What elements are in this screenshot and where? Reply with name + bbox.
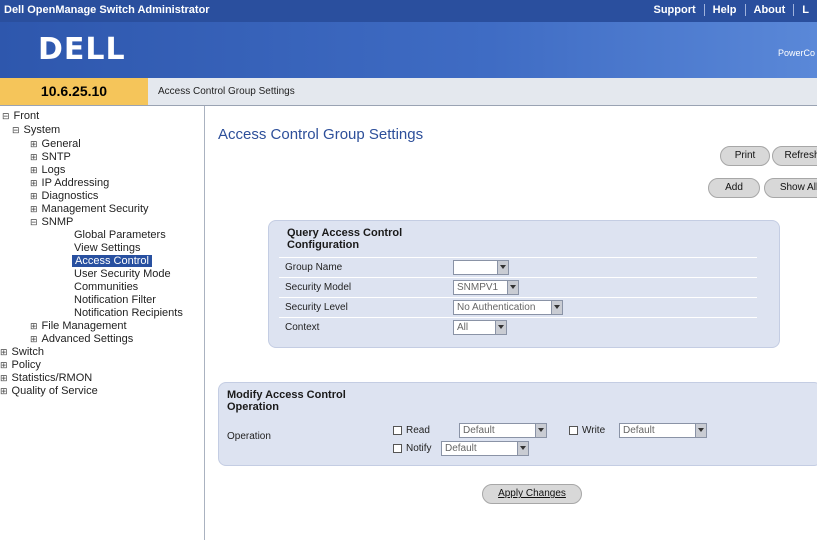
- tree-item-policy[interactable]: ⊞ Policy: [0, 359, 41, 371]
- plus-icon: ⊞: [0, 373, 8, 383]
- tree-item-sntp[interactable]: ⊞ SNTP: [30, 151, 71, 163]
- read-label: Read: [406, 425, 430, 436]
- write-select[interactable]: Default: [619, 423, 707, 438]
- modify-heading: Modify Access Control Operation: [227, 389, 346, 413]
- address-bar: 10.6.25.10 Access Control Group Settings: [0, 78, 817, 106]
- tree-item-switch[interactable]: ⊞ Switch: [0, 346, 44, 358]
- print-button[interactable]: Print: [720, 146, 770, 166]
- plus-icon: ⊞: [30, 334, 38, 344]
- notify-label: Notify: [406, 443, 432, 454]
- security-model-label: Security Model: [285, 282, 352, 293]
- plus-icon: ⊞: [30, 204, 38, 214]
- plus-icon: ⊞: [30, 321, 38, 331]
- tree-item-front[interactable]: ⊟ Front: [2, 110, 39, 122]
- plus-icon: ⊞: [30, 178, 38, 188]
- minus-icon: ⊟: [12, 125, 20, 135]
- help-link[interactable]: Help: [703, 4, 745, 16]
- chevron-down-icon: [695, 424, 706, 437]
- tree-item-statistics-rmon[interactable]: ⊞ Statistics/RMON: [0, 372, 92, 384]
- tree-item-diagnostics[interactable]: ⊞ Diagnostics: [30, 190, 98, 202]
- context-row: Context All: [279, 317, 757, 337]
- tree-item-quality-of-service[interactable]: ⊞ Quality of Service: [0, 385, 98, 397]
- security-level-select[interactable]: No Authentication: [453, 300, 563, 315]
- modify-panel: Modify Access Control Operation Operatio…: [218, 382, 817, 466]
- security-model-row: Security Model SNMPV1: [279, 277, 757, 297]
- show-all-button[interactable]: Show All: [764, 178, 817, 198]
- refresh-button[interactable]: Refresh: [772, 146, 817, 166]
- plus-icon: ⊞: [30, 152, 38, 162]
- page-title: Access Control Group Settings: [218, 126, 424, 143]
- notify-select[interactable]: Default: [441, 441, 529, 456]
- notify-checkbox[interactable]: [393, 444, 402, 453]
- tree-item-communities[interactable]: Communities: [74, 281, 138, 293]
- group-name-label: Group Name: [285, 262, 343, 273]
- tree-item-general[interactable]: ⊞ General: [30, 138, 81, 150]
- chevron-down-icon: [495, 321, 506, 334]
- logout-link[interactable]: L: [793, 4, 817, 16]
- operation-label: Operation: [227, 431, 271, 442]
- chevron-down-icon: [507, 281, 518, 294]
- plus-icon: ⊞: [30, 165, 38, 175]
- tree-item-user-security-mode[interactable]: User Security Mode: [74, 268, 171, 280]
- app-title: Dell OpenManage Switch Administrator: [4, 4, 210, 16]
- tree-item-view-settings[interactable]: View Settings: [74, 242, 140, 254]
- tree-item-notification-filter[interactable]: Notification Filter: [74, 294, 156, 306]
- tree-item-access-control[interactable]: Access Control: [72, 255, 152, 267]
- minus-icon: ⊟: [2, 111, 10, 121]
- chevron-down-icon: [551, 301, 562, 314]
- content-area: Access Control Group Settings Print Refr…: [206, 106, 817, 540]
- plus-icon: ⊞: [30, 191, 38, 201]
- tree-item-global-parameters[interactable]: Global Parameters: [74, 229, 166, 241]
- write-label: Write: [582, 425, 606, 436]
- tree-item-management-security[interactable]: ⊞ Management Security: [30, 203, 149, 215]
- minus-icon: ⊟: [30, 217, 38, 227]
- tree-item-advanced-settings[interactable]: ⊞ Advanced Settings: [30, 333, 133, 345]
- chevron-down-icon: [517, 442, 528, 455]
- tree-item-notification-recipients[interactable]: Notification Recipients: [74, 307, 183, 319]
- write-checkbox[interactable]: [569, 426, 578, 435]
- read-checkbox[interactable]: [393, 426, 402, 435]
- security-model-select[interactable]: SNMPV1: [453, 280, 519, 295]
- query-heading: Query Access Control Configuration: [287, 227, 403, 251]
- chevron-down-icon: [497, 261, 508, 274]
- breadcrumb: Access Control Group Settings: [158, 86, 295, 97]
- tree-item-snmp[interactable]: ⊟ SNMP: [30, 216, 73, 228]
- read-select[interactable]: Default: [459, 423, 547, 438]
- tree-item-system[interactable]: ⊟ System: [12, 124, 60, 136]
- tree-item-ip-addressing[interactable]: ⊞ IP Addressing: [30, 177, 109, 189]
- context-select[interactable]: All: [453, 320, 507, 335]
- add-button[interactable]: Add: [708, 178, 760, 198]
- security-level-row: Security Level No Authentication: [279, 297, 757, 317]
- device-ip: 10.6.25.10: [0, 78, 148, 105]
- plus-icon: ⊞: [0, 360, 8, 370]
- query-panel: Query Access Control Configuration Group…: [268, 220, 780, 348]
- tree-item-logs[interactable]: ⊞ Logs: [30, 164, 65, 176]
- plus-icon: ⊞: [0, 386, 8, 396]
- plus-icon: ⊞: [30, 139, 38, 149]
- about-link[interactable]: About: [744, 4, 794, 16]
- group-name-select[interactable]: [453, 260, 509, 275]
- chevron-down-icon: [535, 424, 546, 437]
- banner: DELL PowerCo: [0, 22, 817, 78]
- nav-tree: ⊟ Front ⊟ System ⊞ General ⊞ SNTP ⊞ Logs ⊞ IP …: [0, 106, 205, 540]
- dell-logo: DELL: [38, 32, 126, 67]
- banner-product: PowerCo: [777, 48, 815, 58]
- top-header: Dell OpenManage Switch Administrator Sup…: [0, 0, 817, 22]
- group-name-row: Group Name: [279, 257, 757, 277]
- support-link[interactable]: Support: [645, 4, 703, 16]
- apply-changes-button[interactable]: Apply Changes: [482, 484, 582, 504]
- context-label: Context: [285, 322, 320, 333]
- plus-icon: ⊞: [0, 347, 8, 357]
- tree-item-file-management[interactable]: ⊞ File Management: [30, 320, 127, 332]
- security-level-label: Security Level: [285, 302, 348, 313]
- header-links: Support Help About L: [645, 4, 817, 16]
